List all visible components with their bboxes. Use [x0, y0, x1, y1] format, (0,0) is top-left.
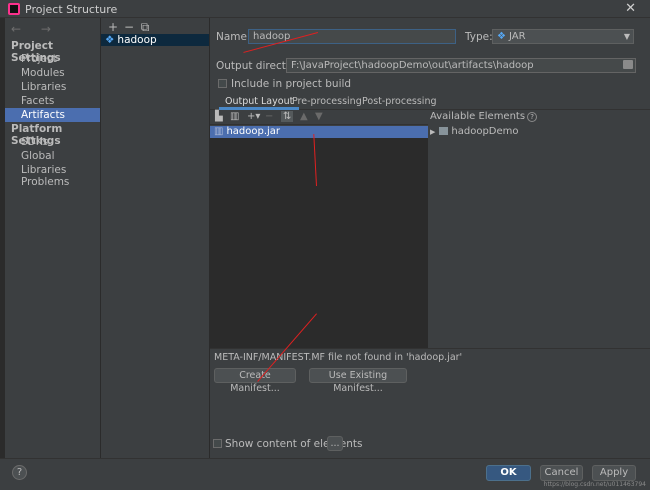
chevron-down-icon: ▼ [623, 32, 630, 41]
artifact-tabs: Output Layout Pre-processing Post-proces… [210, 96, 650, 110]
tree-item-hadoop-jar[interactable]: ▥ hadoop.jar [210, 126, 428, 138]
show-content-options-button[interactable]: ... [327, 436, 343, 451]
browse-folder-icon[interactable] [623, 60, 633, 69]
project-structure-dialog: Project Structure ✕ ← → Project Settings… [0, 0, 650, 490]
window-title: Project Structure [25, 3, 118, 16]
close-icon[interactable]: ✕ [625, 1, 636, 16]
include-in-build-label: Include in project build [231, 78, 352, 90]
nav-back-forward-icon[interactable]: ← → [11, 22, 59, 36]
manifest-separator [210, 348, 650, 349]
tab-post-processing[interactable]: Post-processing [356, 96, 443, 110]
output-layout-tree[interactable]: ▥ hadoop.jar [210, 126, 428, 348]
available-elements-header: Available Elements? [430, 111, 538, 122]
artifact-item-label: hadoop [117, 34, 157, 46]
expand-arrow-icon[interactable]: ▶ [430, 128, 435, 136]
watermark: https://blog.csdn.net/u011463794 [543, 481, 646, 488]
nav-item-libraries[interactable]: Libraries [5, 80, 101, 94]
artifacts-list-pane: + − ⧉ ❖ hadoop [101, 18, 209, 458]
module-folder-icon [439, 127, 449, 135]
create-directory-icon[interactable]: ▙ [215, 111, 223, 122]
dialog-footer: ? OK Cancel Apply https://blog.csdn.net/… [0, 458, 650, 490]
nav-item-artifacts[interactable]: Artifacts [5, 108, 101, 122]
available-item-hadoopdemo[interactable]: ▶ hadoopDemo [430, 126, 519, 138]
sort-elements-icon[interactable]: ⇅ [281, 111, 294, 122]
copy-icon[interactable]: ⧉ [137, 20, 153, 35]
use-existing-manifest-button[interactable]: Use Existing Manifest... [309, 368, 407, 394]
include-in-build-checkbox[interactable] [218, 79, 227, 88]
artifacts-toolbar: + − ⧉ [105, 20, 153, 35]
nav-item-global-libraries[interactable]: Global Libraries [5, 149, 101, 176]
remove-element-icon[interactable]: − [265, 111, 273, 122]
add-icon[interactable]: + [105, 20, 121, 34]
type-select[interactable]: ❖ JAR ▼ [492, 29, 634, 44]
output-directory-field[interactable]: F:\JavaProject\hadoopDemo\out\artifacts\… [286, 58, 636, 73]
create-manifest-button[interactable]: Create Manifest... [214, 368, 296, 394]
output-directory-value: F:\JavaProject\hadoopDemo\out\artifacts\… [291, 60, 534, 71]
jar-icon: ▥ [214, 126, 224, 137]
type-label: Type: [465, 31, 493, 43]
title-bar: Project Structure ✕ [0, 0, 650, 18]
move-down-icon[interactable]: ▼ [315, 111, 323, 122]
nav-item-facets[interactable]: Facets [5, 94, 101, 108]
apply-button[interactable]: Apply [592, 465, 636, 481]
name-label: Name: [216, 31, 251, 43]
nav-item-modules[interactable]: Modules [5, 66, 101, 80]
add-copy-icon[interactable]: +▾ [247, 111, 260, 122]
nav-item-problems[interactable]: Problems [5, 175, 101, 189]
intellij-icon [8, 3, 20, 15]
help-button[interactable]: ? [12, 465, 27, 480]
artifact-item-hadoop[interactable]: ❖ hadoop [101, 34, 209, 46]
manifest-message: META-INF/MANIFEST.MF file not found in '… [214, 352, 463, 363]
nav-item-project[interactable]: Project [5, 52, 101, 66]
help-icon[interactable]: ? [527, 112, 538, 122]
tree-item-label: hadoop.jar [226, 126, 281, 137]
artifact-editor: Name: hadoop Type: ❖ JAR ▼ Output directo… [210, 18, 650, 458]
jar-gem-icon: ❖ [497, 31, 506, 42]
type-select-value: JAR [508, 31, 526, 42]
move-up-icon[interactable]: ▲ [300, 111, 308, 122]
available-elements-title: Available Elements [430, 111, 526, 122]
nav-item-sdks[interactable]: SDKs [5, 135, 101, 149]
available-elements-tree[interactable]: ▶ hadoopDemo [430, 126, 650, 348]
show-content-checkbox[interactable] [213, 439, 222, 448]
remove-icon[interactable]: − [121, 20, 137, 34]
settings-nav: ← → Project Settings Project Modules Lib… [5, 18, 101, 458]
jar-gem-icon: ❖ [105, 34, 115, 46]
create-archive-icon[interactable]: ▥ [230, 111, 239, 122]
cancel-button[interactable]: Cancel [540, 465, 583, 481]
ok-button[interactable]: OK [486, 465, 531, 481]
available-item-label: hadoopDemo [451, 126, 519, 137]
output-layout-toolbar: ▙ ▥ +▾ − ⇅ ▲ ▼ [210, 111, 428, 125]
